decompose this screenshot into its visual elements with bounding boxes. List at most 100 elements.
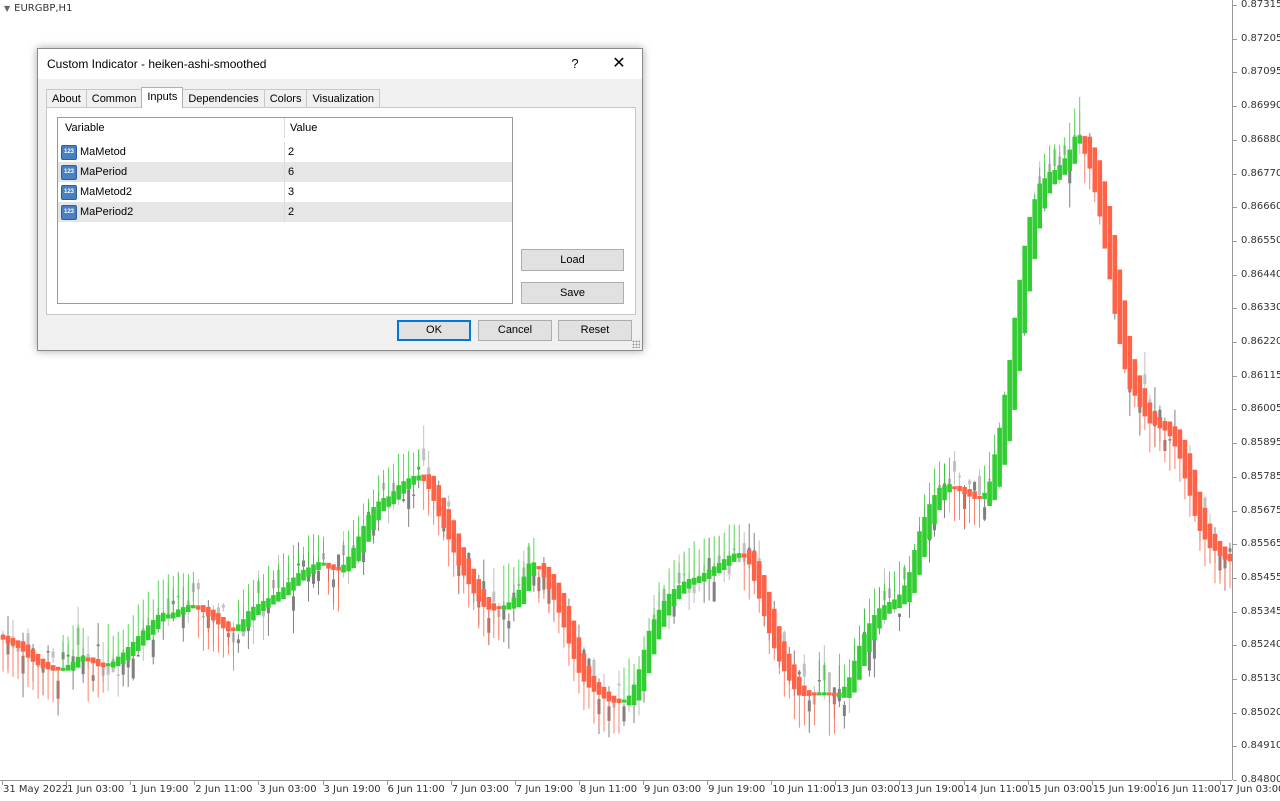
variable-type-123-icon: 123: [61, 205, 77, 220]
ha-bar: [476, 579, 482, 602]
ha-bar: [546, 566, 552, 589]
time-tick-label: 16 Jun 11:00: [1156, 784, 1221, 795]
ha-bar: [226, 621, 231, 632]
ha-bar: [356, 536, 361, 562]
ha-bar: [681, 581, 687, 594]
time-tick-label: 15 Jun 19:00: [1092, 784, 1157, 795]
tab-dependencies[interactable]: Dependencies: [182, 89, 265, 108]
ha-bar: [1112, 235, 1118, 314]
candle-body: [617, 683, 621, 686]
time-tick-label: 7 Jun 03:00: [451, 784, 509, 795]
price-tick-label: 0.85455: [1241, 571, 1280, 583]
candle-body: [737, 557, 741, 562]
reset-button[interactable]: Reset: [558, 320, 632, 341]
ha-bar: [711, 566, 717, 576]
candle-body: [797, 671, 801, 675]
price-tick-label: 0.87095: [1241, 66, 1280, 78]
ha-bar: [591, 675, 597, 692]
dialog-titlebar[interactable]: Custom Indicator - heiken-ashi-smoothed …: [38, 49, 642, 79]
resize-grip-icon[interactable]: [632, 340, 640, 348]
price-tick-mark: [1233, 139, 1237, 141]
ha-bar: [706, 569, 712, 579]
ha-bar: [586, 666, 592, 688]
tab-common[interactable]: Common: [85, 89, 143, 108]
table-row[interactable]: 123 MaPeriod2 2: [58, 202, 512, 222]
time-tick-label: 9 Jun 03:00: [644, 784, 702, 795]
ha-bar: [175, 609, 181, 617]
price-tick-mark: [1233, 746, 1237, 748]
candle-body: [422, 448, 426, 461]
variable-value[interactable]: 6: [288, 166, 294, 178]
ha-bar: [781, 641, 787, 672]
tab-inputs[interactable]: Inputs: [141, 87, 184, 108]
candle-body: [802, 663, 806, 677]
time-tick-label: 3 Jun 03:00: [259, 784, 317, 795]
time-tick-label: 9 Jun 19:00: [708, 784, 766, 795]
ha-bar: [907, 572, 912, 603]
table-row[interactable]: 123 MaPeriod 6: [58, 162, 512, 182]
ok-button[interactable]: OK: [397, 320, 471, 341]
ha-bar: [962, 486, 967, 495]
ha-bar: [241, 619, 246, 632]
ha-bar: [942, 485, 947, 501]
variable-value[interactable]: 3: [288, 186, 294, 198]
variable-value[interactable]: 2: [288, 206, 294, 218]
ha-bar: [1002, 394, 1007, 465]
price-tick-label: 0.86660: [1241, 201, 1280, 213]
ha-bar: [791, 664, 797, 690]
table-row[interactable]: 123 MaMetod2 3: [58, 182, 512, 202]
help-button[interactable]: ?: [562, 49, 588, 79]
ha-bar: [616, 698, 622, 703]
candle-body: [407, 489, 411, 510]
candle-body: [106, 666, 110, 675]
tab-about[interactable]: About: [46, 89, 87, 108]
tab-visualization[interactable]: Visualization: [306, 89, 381, 108]
ha-bar: [506, 602, 512, 610]
price-axis[interactable]: 0.87315 0.87205 0.87095 0.86990 0.86880 0.867…: [1232, 0, 1280, 785]
tab-colors[interactable]: Colors: [263, 89, 308, 108]
close-button[interactable]: ✕: [604, 49, 634, 79]
ha-bar: [361, 525, 366, 553]
candle-body: [412, 494, 416, 496]
ha-bar: [391, 491, 396, 505]
chevron-down-icon[interactable]: ▼: [4, 4, 10, 13]
price-tick-mark: [1233, 443, 1237, 445]
ha-bar: [456, 533, 462, 566]
ha-bar: [1222, 546, 1228, 560]
load-button[interactable]: Load: [521, 249, 624, 271]
ha-bar: [246, 611, 251, 628]
candle-body: [136, 655, 140, 657]
ha-bar: [60, 667, 66, 671]
column-header-variable[interactable]: Variable: [65, 122, 105, 134]
price-tick-mark: [1233, 476, 1237, 478]
ha-bar: [857, 645, 862, 680]
ha-bar: [937, 487, 942, 511]
ha-bar: [281, 587, 286, 600]
ha-bar: [1072, 136, 1078, 164]
ha-bar: [771, 608, 777, 649]
price-tick-label: 0.86880: [1241, 133, 1280, 145]
save-button[interactable]: Save: [521, 282, 624, 304]
ha-bar: [756, 561, 762, 599]
table-header: Variable Value: [58, 118, 512, 138]
price-tick-mark: [1233, 173, 1237, 175]
ha-bar: [100, 662, 106, 668]
cancel-button[interactable]: Cancel: [478, 320, 552, 341]
ha-bar: [30, 649, 36, 662]
ha-bar: [411, 475, 416, 485]
ha-bar: [1012, 317, 1017, 410]
ha-bar: [366, 515, 371, 542]
ha-bar: [932, 495, 937, 525]
candle-body: [51, 651, 55, 658]
ha-bar: [105, 663, 111, 667]
candle-body: [502, 609, 506, 620]
ha-bar: [576, 637, 582, 673]
column-header-value[interactable]: Value: [290, 122, 317, 134]
time-axis[interactable]: 31 May 2022 1 Jun 03:00 1 Jun 19:00 2 Jun 1…: [0, 780, 1280, 801]
ha-bar: [832, 692, 837, 697]
ha-bar: [596, 682, 602, 695]
table-row[interactable]: 123 MaMetod 2: [58, 142, 512, 162]
candle-body: [447, 501, 451, 507]
variable-value[interactable]: 2: [288, 146, 294, 158]
price-tick-label: 0.86220: [1241, 336, 1280, 347]
